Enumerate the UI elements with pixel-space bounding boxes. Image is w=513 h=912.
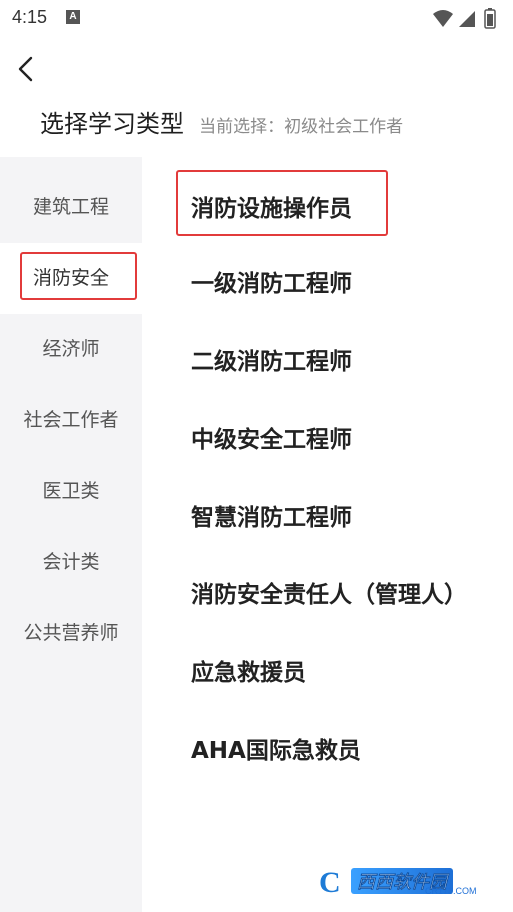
list-item-fire-facility-operator[interactable]: 消防设施操作员 [191, 189, 352, 229]
wifi-icon [433, 10, 453, 27]
signal-icon [459, 11, 475, 27]
list-item-second-class-fire-engineer[interactable]: 二级消防工程师 [191, 342, 352, 382]
sidebar-item-construction[interactable]: 建筑工程 [0, 172, 142, 243]
page-title: 选择学习类型 [40, 110, 184, 138]
subcategory-list: 消防设施操作员 一级消防工程师 二级消防工程师 中级安全工程师 智慧消防工程师 … [142, 157, 513, 912]
watermark-logo: C 西西软件园 CR173.COM [317, 866, 497, 902]
status-icons [433, 8, 496, 29]
page-header: 选择学习类型 当前选择：初级社会工作者 [40, 104, 403, 140]
battery-icon [484, 8, 496, 29]
watermark-logo-letter: C [319, 866, 341, 899]
sidebar-item-economist[interactable]: 经济师 [0, 314, 142, 385]
category-sidebar: 建筑工程 消防安全 经济师 社会工作者 医卫类 会计类 公共营养师 [0, 157, 142, 912]
list-item-first-class-fire-engineer[interactable]: 一级消防工程师 [191, 264, 352, 304]
watermark-site: CR173.COM [425, 886, 477, 896]
sidebar-item-nutritionist[interactable]: 公共营养师 [0, 598, 142, 669]
list-item-fire-safety-responsible-person[interactable]: 消防安全责任人（管理人） [191, 575, 467, 615]
status-time: 4:15 [12, 7, 48, 27]
list-item-intermediate-safety-engineer[interactable]: 中级安全工程师 [191, 420, 352, 460]
current-selection-text: 当前选择：初级社会工作者 [199, 117, 404, 137]
back-button[interactable] [12, 52, 42, 86]
chevron-left-icon [18, 56, 33, 82]
list-item-aha-first-aider[interactable]: AHA国际急救员 [191, 731, 361, 771]
list-item-smart-fire-engineer[interactable]: 智慧消防工程师 [191, 498, 352, 538]
list-item-emergency-rescuer[interactable]: 应急救援员 [191, 653, 306, 693]
sidebar-item-medical[interactable]: 医卫类 [0, 456, 142, 527]
notification-icon: A [66, 10, 80, 24]
sidebar-item-social-worker[interactable]: 社会工作者 [0, 385, 142, 456]
sidebar-item-accounting[interactable]: 会计类 [0, 527, 142, 598]
sidebar-item-fire-safety[interactable]: 消防安全 [0, 243, 142, 314]
status-bar: 4:15 A [0, 0, 513, 36]
